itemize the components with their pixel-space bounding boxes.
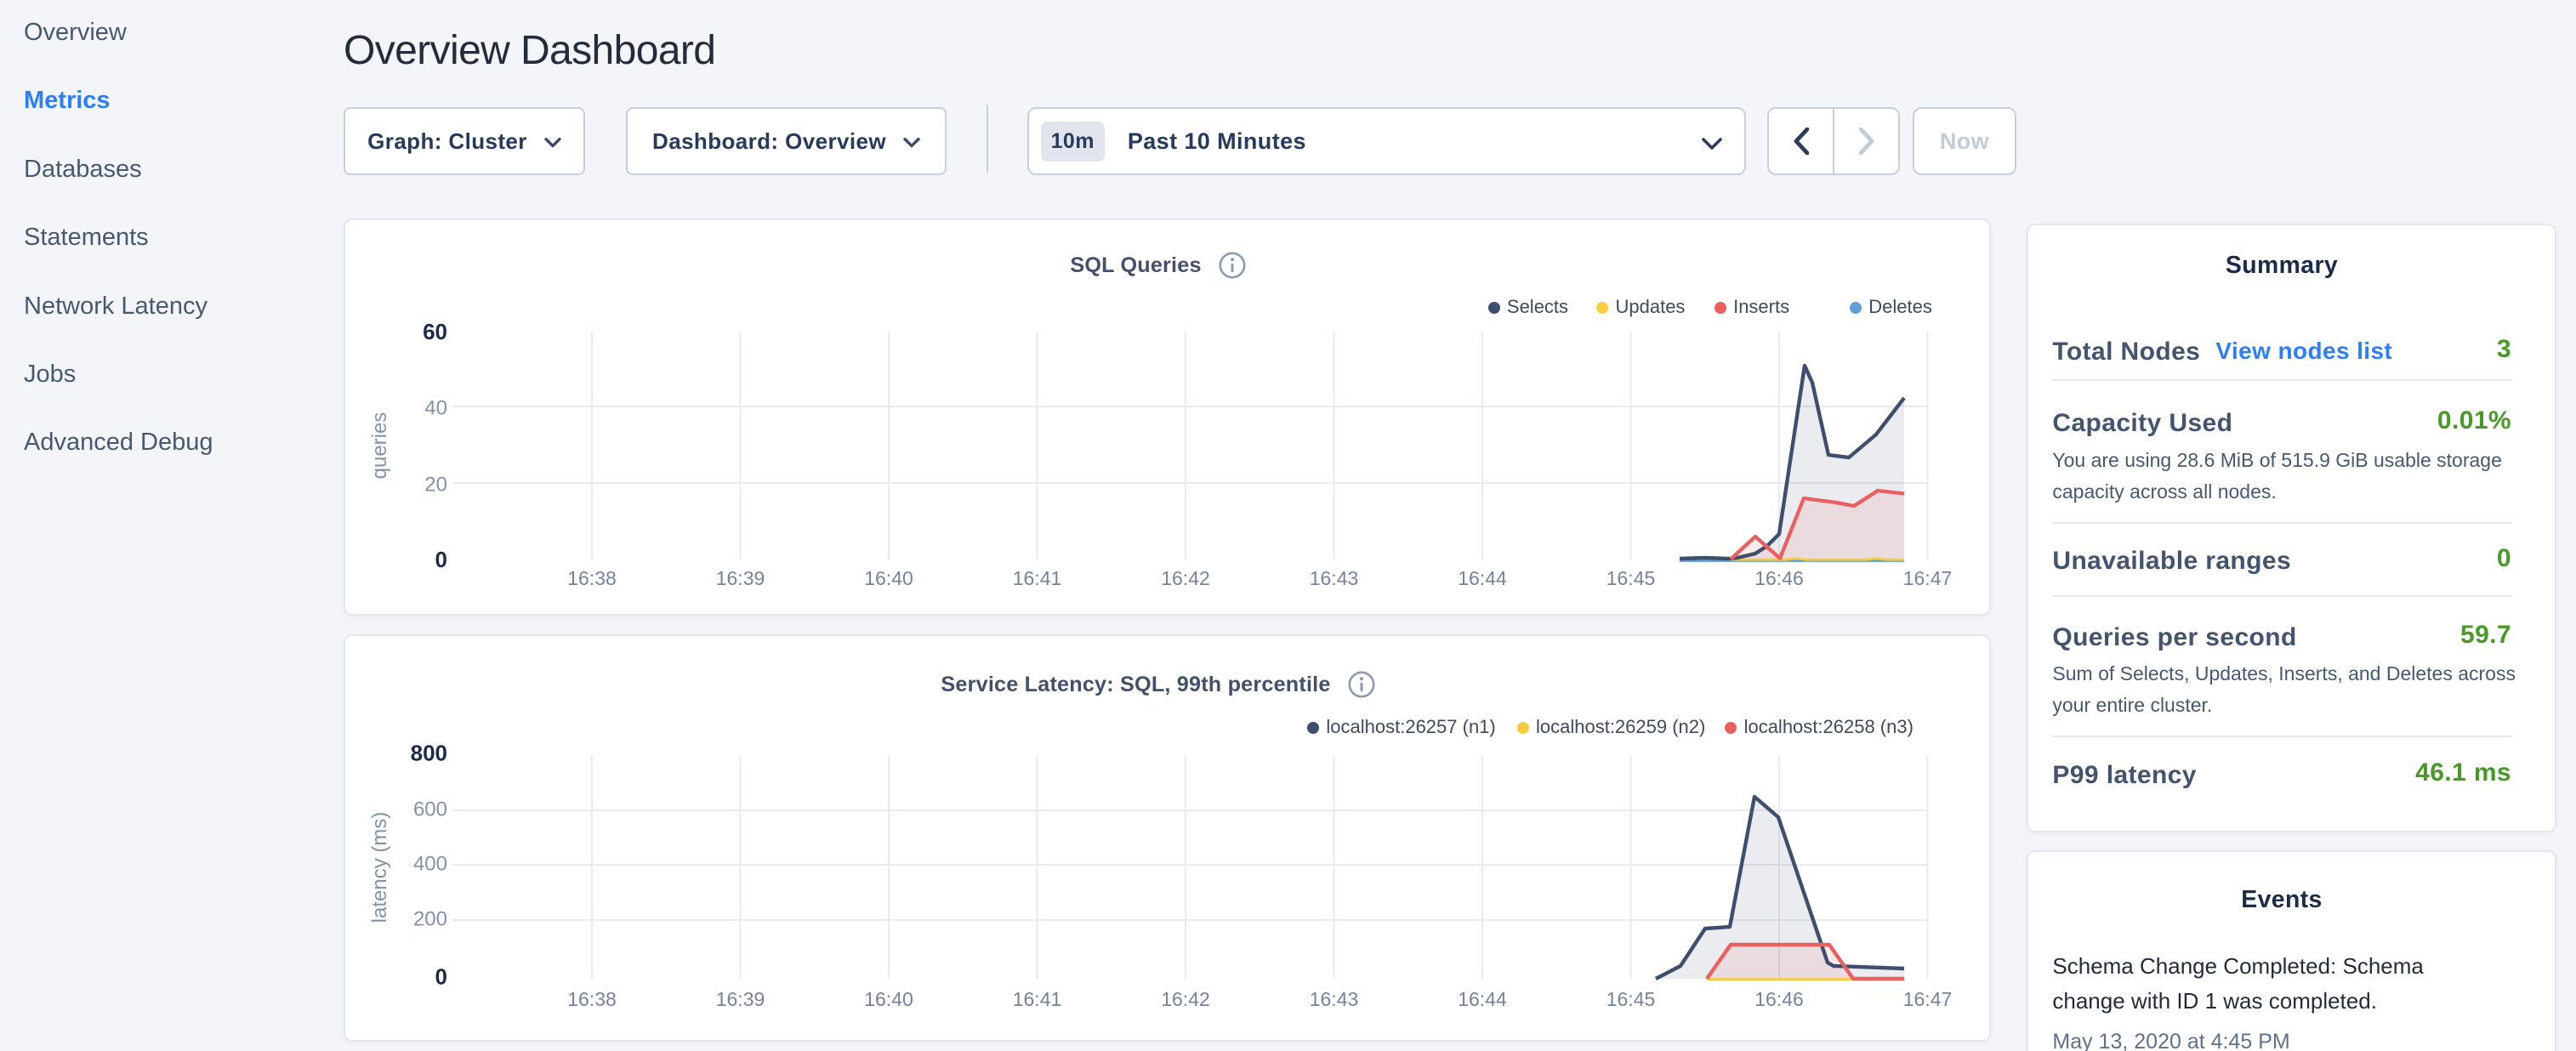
svg-text:16:45: 16:45	[1606, 567, 1656, 589]
svg-text:16:44: 16:44	[1458, 567, 1507, 589]
svg-text:16:39: 16:39	[716, 567, 765, 589]
svg-text:400: 400	[413, 852, 447, 875]
svg-text:16:44: 16:44	[1458, 988, 1507, 1010]
svg-text:800: 800	[411, 740, 447, 765]
svg-text:16:39: 16:39	[716, 988, 765, 1010]
svg-text:16:43: 16:43	[1310, 988, 1359, 1010]
svg-text:200: 200	[413, 907, 447, 930]
svg-text:16:40: 16:40	[864, 988, 913, 1010]
svg-text:0: 0	[435, 963, 447, 989]
svg-text:16:42: 16:42	[1161, 988, 1210, 1010]
svg-text:16:40: 16:40	[864, 567, 913, 589]
svg-text:16:38: 16:38	[567, 988, 617, 1010]
svg-text:16:46: 16:46	[1754, 567, 1804, 589]
svg-text:16:41: 16:41	[1013, 988, 1062, 1010]
svg-text:16:38: 16:38	[567, 567, 617, 589]
svg-text:16:47: 16:47	[1903, 988, 1953, 1010]
svg-text:40: 40	[424, 396, 447, 419]
svg-text:16:41: 16:41	[1013, 567, 1062, 589]
svg-text:600: 600	[413, 798, 447, 821]
svg-text:0: 0	[435, 547, 447, 572]
svg-text:16:46: 16:46	[1754, 988, 1804, 1010]
svg-text:queries: queries	[368, 412, 391, 480]
svg-text:16:45: 16:45	[1606, 988, 1656, 1010]
svg-text:16:42: 16:42	[1161, 567, 1210, 589]
svg-text:16:47: 16:47	[1903, 567, 1953, 589]
svg-text:60: 60	[423, 319, 447, 344]
svg-text:20: 20	[424, 473, 447, 496]
svg-text:latency (ms): latency (ms)	[368, 812, 391, 923]
svg-text:16:43: 16:43	[1310, 567, 1359, 589]
